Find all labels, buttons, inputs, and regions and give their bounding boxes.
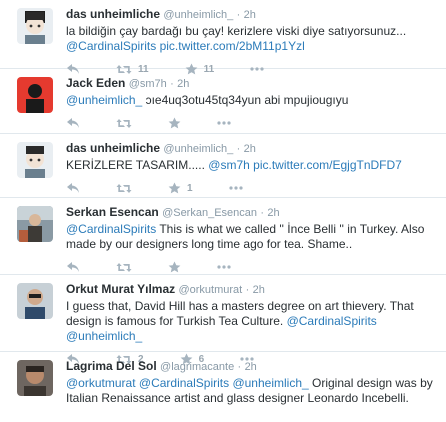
tweet-header: das unheimliche @unheimlich_ · 2h — [66, 6, 438, 23]
reply-icon — [66, 182, 80, 194]
mention-link[interactable]: @CardinalSpirits — [139, 376, 229, 390]
tweet-actions — [66, 112, 438, 134]
user-handle[interactable]: @unheimlich_ — [163, 9, 233, 21]
tweet-item[interactable]: Serkan Esencan @Serkan_Esencan · 2h @Car… — [0, 198, 446, 275]
tweet-body: ɔıe4uq3otu45tq34yun abi mpujiougıyu — [145, 93, 349, 107]
favorite-button[interactable] — [168, 117, 181, 129]
separator-dot: · — [170, 78, 174, 90]
media-link[interactable]: pic.twitter.com/2bM11p1Yzl — [160, 39, 305, 53]
more-icon — [217, 121, 231, 125]
tweet-item[interactable]: Jack Eden @sm7h · 2h @unheimlich_ ɔıe4uq… — [0, 69, 446, 134]
avatar[interactable] — [17, 8, 53, 44]
tweet-text: @CardinalSpirits This is what we called … — [66, 222, 438, 252]
user-name[interactable]: Serkan Esencan — [66, 205, 159, 219]
user-name[interactable]: Orkut Murat Yılmaz — [66, 282, 175, 296]
user-name[interactable]: das unheimliche — [66, 7, 160, 21]
separator-dot: · — [236, 9, 241, 21]
media-link[interactable]: pic.twitter.com/EgjgTnDFD7 — [253, 158, 402, 172]
tweet-actions: 1 — [66, 177, 438, 199]
reply-button[interactable] — [66, 117, 80, 129]
user-handle[interactable]: @sm7h — [129, 78, 167, 90]
avatar[interactable] — [17, 142, 53, 178]
retweet-icon — [116, 262, 132, 273]
avatar[interactable] — [17, 360, 53, 396]
retweet-icon — [116, 183, 132, 194]
mention-link[interactable]: @unheimlich_ — [66, 329, 142, 343]
timestamp[interactable]: 2h — [245, 361, 257, 373]
tweet-text: @unheimlich_ ɔıe4uq3otu45tq34yun abi mpu… — [66, 93, 438, 108]
avatar[interactable] — [17, 206, 53, 242]
tweet-header: das unheimliche @unheimlich_ · 2h — [66, 140, 438, 157]
user-handle[interactable]: @Serkan_Esencan — [162, 207, 257, 219]
retweet-button[interactable] — [116, 118, 132, 129]
timestamp[interactable]: 2h — [253, 284, 265, 296]
timestamp[interactable]: 2h — [267, 207, 279, 219]
user-handle[interactable]: @orkutmurat — [178, 284, 242, 296]
retweet-button[interactable] — [116, 262, 132, 273]
avatar[interactable] — [17, 77, 53, 113]
favorite-button[interactable]: 1 — [168, 182, 193, 194]
retweet-icon — [116, 118, 132, 129]
timestamp[interactable]: 2h — [244, 143, 256, 155]
user-name[interactable]: Lagrima Del Sol — [66, 359, 157, 373]
mention-link[interactable]: @CardinalSpirits — [66, 222, 156, 236]
tweet-header: Jack Eden @sm7h · 2h — [66, 75, 438, 92]
separator-dot: · — [245, 284, 250, 296]
user-handle[interactable]: @unheimlich_ — [163, 143, 233, 155]
tweet-body: KERİZLERE TASARIM..... — [66, 158, 205, 172]
tweet-header: Orkut Murat Yılmaz @orkutmurat · 2h — [66, 281, 438, 298]
user-handle[interactable]: @lagrimacante — [160, 361, 234, 373]
mention-link[interactable]: @orkutmurat — [66, 376, 136, 390]
separator-dot: · — [236, 143, 241, 155]
reply-icon — [66, 261, 80, 273]
favorite-icon — [168, 182, 181, 194]
reply-icon — [66, 117, 80, 129]
more-button[interactable] — [228, 186, 243, 190]
separator-dot: · — [260, 207, 265, 219]
more-button[interactable] — [217, 265, 231, 269]
tweet-item[interactable]: Orkut Murat Yılmaz @orkutmurat · 2h I gu… — [0, 275, 446, 365]
mention-link[interactable]: @CardinalSpirits — [287, 314, 377, 328]
tweet-text: I guess that, David Hill has a masters d… — [66, 299, 438, 344]
timestamp[interactable]: 2h — [177, 78, 189, 90]
tweet-item[interactable]: das unheimliche @unheimlich_ · 2h KERİZL… — [0, 134, 446, 198]
mention-link[interactable]: @unheimlich_ — [232, 376, 308, 390]
tweet-feed: das unheimliche @unheimlich_ · 2h la bil… — [0, 0, 446, 422]
retweet-button[interactable] — [116, 183, 132, 194]
more-icon — [217, 265, 231, 269]
tweet-body: la bildiğin çay bardağı bu çay! kerizler… — [66, 24, 407, 38]
timestamp[interactable]: 2h — [244, 9, 256, 21]
mention-link[interactable]: @unheimlich_ — [66, 93, 142, 107]
avatar[interactable] — [17, 283, 53, 319]
more-icon — [228, 186, 243, 190]
tweet-item[interactable]: Lagrima Del Sol @lagrimacante · 2h @orku… — [0, 352, 446, 422]
tweet-text: KERİZLERE TASARIM..... @sm7h pic.twitter… — [66, 158, 438, 173]
favorite-button[interactable] — [168, 261, 181, 273]
tweet-header: Lagrima Del Sol @lagrimacante · 2h — [66, 358, 438, 375]
separator-dot: · — [237, 361, 242, 373]
favorite-icon — [168, 261, 181, 273]
favorite-count: 1 — [187, 182, 193, 194]
tweet-item[interactable]: das unheimliche @unheimlich_ · 2h la bil… — [0, 0, 446, 75]
user-name[interactable]: Jack Eden — [66, 76, 125, 90]
more-button[interactable] — [217, 121, 231, 125]
user-name[interactable]: das unheimliche — [66, 141, 160, 155]
mention-link[interactable]: @sm7h — [208, 158, 250, 172]
favorite-icon — [168, 117, 181, 129]
tweet-text: la bildiğin çay bardağı bu çay! kerizler… — [66, 24, 438, 54]
tweet-header: Serkan Esencan @Serkan_Esencan · 2h — [66, 204, 438, 221]
mention-link[interactable]: @CardinalSpirits — [66, 39, 156, 53]
reply-button[interactable] — [66, 261, 80, 273]
reply-button[interactable] — [66, 182, 80, 194]
